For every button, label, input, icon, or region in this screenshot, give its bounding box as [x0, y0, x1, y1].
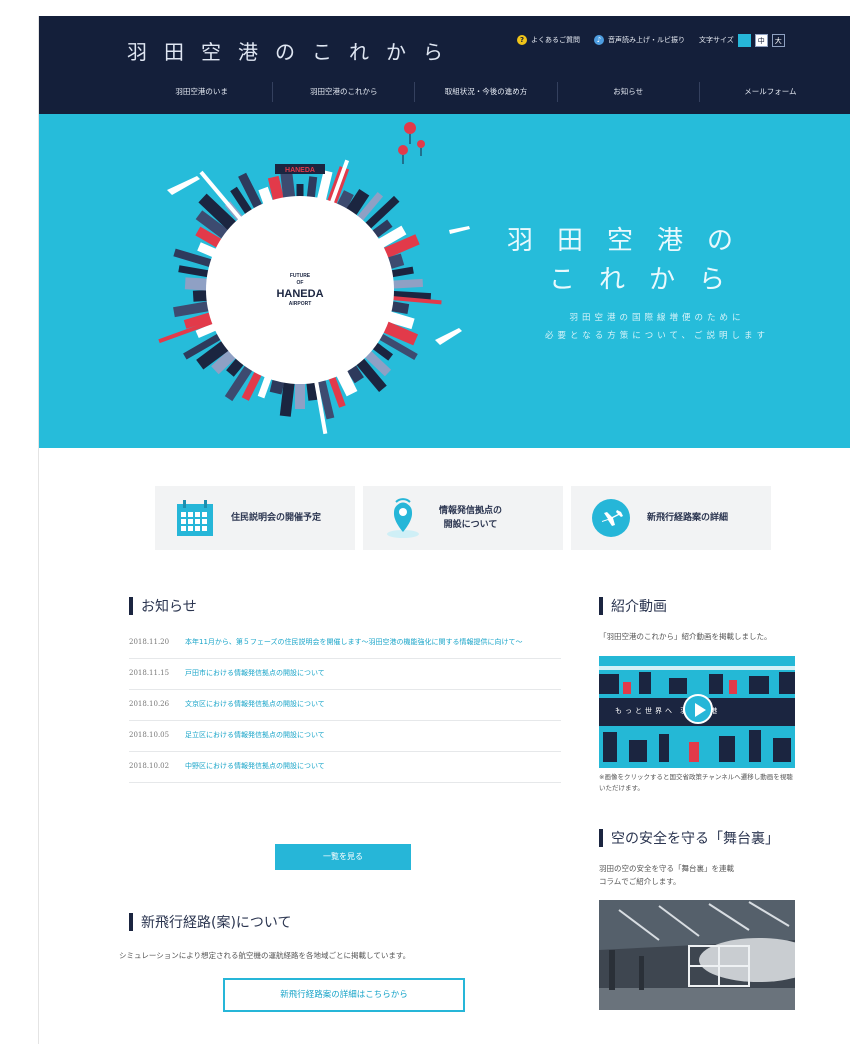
news-title-link[interactable]: 本年11月から、第５フェーズの住民説明会を開催します～羽田空港の機能強化に関する…: [185, 636, 561, 648]
logo-airport: AIRPORT: [289, 301, 312, 307]
news-heading-text: お知らせ: [141, 599, 197, 615]
quick-link-label: 新飛行経路案の詳細: [647, 513, 729, 523]
location-pin-icon: [387, 498, 419, 538]
news-heading: お知らせ: [129, 596, 197, 616]
question-icon: ?: [517, 35, 527, 45]
quick-link-label: 住民説明会の開催予定: [231, 513, 322, 523]
backstage-description-line2: コラムでご紹介します。: [599, 877, 681, 886]
quick-link-briefing-schedule[interactable]: 住民説明会の開催予定: [155, 486, 355, 550]
news-title-link[interactable]: 戸田市における情報発信拠点の開設について: [185, 667, 561, 679]
quick-links: 住民説明会の開催予定 情報発信拠点の 開設について 新飛行経路案の詳細: [155, 486, 771, 550]
balloon-icon: [398, 122, 425, 164]
news-item[interactable]: 2018.11.15 戸田市における情報発信拠点の開設について: [129, 659, 561, 690]
heading-bar: [129, 913, 133, 931]
hero-subtitle: 羽田空港の国際線増便のために 必要となる方策について、ご説明します: [507, 309, 807, 345]
news-item[interactable]: 2018.10.05 足立区における情報発信拠点の開設について: [129, 721, 561, 752]
site-title[interactable]: 羽田空港のこれから: [127, 36, 460, 65]
video-description: 「羽田空港のこれから」紹介動画を掲載しました。: [599, 632, 772, 641]
news-list: 2018.11.20 本年11月から、第５フェーズの住民説明会を開催します～羽田…: [129, 628, 561, 783]
nav-item-mail-form[interactable]: メールフォーム: [698, 82, 841, 102]
logo-future: FUTURE: [290, 273, 311, 279]
heading-bar: [599, 829, 603, 847]
backstage-heading-text: 空の安全を守る「舞台裏」: [611, 831, 779, 847]
nav-item-news[interactable]: お知らせ: [556, 82, 699, 102]
speaker-icon: ♪: [594, 35, 604, 45]
news-date: 2018.11.15: [129, 669, 170, 677]
news-item[interactable]: 2018.10.02 中野区における情報発信拠点の開設について: [129, 752, 561, 783]
quick-link-label: 情報発信拠点の 開設について: [439, 504, 502, 532]
route-detail-button[interactable]: 新飛行経路案の詳細はこちらから: [223, 978, 465, 1012]
hero-subtitle-line2: 必要となる方策について、ご説明します: [544, 331, 770, 341]
nav-item-progress[interactable]: 取組状況・今後の進め方: [414, 82, 556, 102]
route-heading-text: 新飛行経路(案)について: [141, 915, 292, 931]
news-title-link[interactable]: 中野区における情報発信拠点の開設について: [185, 760, 561, 772]
news-more-button[interactable]: 一覧を見る: [275, 844, 411, 870]
nav-item-now[interactable]: 羽田空港のいま: [131, 82, 272, 102]
nav-item-future[interactable]: 羽田空港のこれから: [272, 82, 414, 102]
text-size-label: 文字サイズ: [699, 36, 734, 44]
news-title-link[interactable]: 足立区における情報発信拠点の開設について: [185, 729, 561, 741]
news-item[interactable]: 2018.11.20 本年11月から、第５フェーズの住民説明会を開催します～羽田…: [129, 628, 561, 659]
text-size-small-button[interactable]: 小: [737, 33, 751, 47]
news-date: 2018.11.20: [129, 638, 170, 646]
text-size-large-button[interactable]: 大: [771, 33, 785, 47]
heading-bar: [599, 597, 603, 615]
logo-haneda: HANEDA: [276, 288, 323, 300]
calendar-icon: [177, 500, 213, 536]
backstage-description: 羽田の空の安全を守る「舞台裏」を連載 コラムでご紹介します。: [599, 862, 799, 888]
site-header: 羽田空港のこれから ? よくあるご質問 ♪ 音声読み上げ・ルビ振り 文字サイズ …: [39, 16, 850, 114]
hero-title-line2: これから: [549, 265, 750, 295]
backstage-photo[interactable]: [599, 900, 795, 1010]
page: 羽田空港のこれから ? よくあるご質問 ♪ 音声読み上げ・ルビ振り 文字サイズ …: [38, 16, 850, 1044]
news-date: 2018.10.05: [129, 731, 170, 739]
heading-bar: [129, 597, 133, 615]
route-heading: 新飛行経路(案)について: [129, 912, 292, 932]
play-icon: [695, 703, 706, 717]
backstage-description-line1: 羽田の空の安全を守る「舞台裏」を連載: [599, 864, 734, 873]
hero-subtitle-line1: 羽田空港の国際線増便のために: [569, 313, 745, 323]
news-date: 2018.10.02: [129, 762, 170, 770]
text-size-medium-button[interactable]: 中: [754, 33, 768, 47]
voice-reader-link[interactable]: 音声読み上げ・ルビ振り: [608, 35, 685, 45]
video-note: ※画像をクリックすると国交省政策チャンネルへ遷移し動画を視聴いただけます。: [599, 773, 793, 792]
hero-title-line1: 羽田空港の: [507, 226, 758, 256]
route-description: シミュレーションにより想定される航空機の運航経路を各地域ごとに掲載しています。: [119, 951, 411, 960]
news-date: 2018.10.26: [129, 700, 170, 708]
intro-video-thumbnail[interactable]: もっと世界へ 羽田空港: [599, 656, 795, 768]
news-title-link[interactable]: 文京区における情報発信拠点の開設について: [185, 698, 561, 710]
video-heading: 紹介動画: [599, 596, 667, 616]
quick-link-info-base[interactable]: 情報発信拠点の 開設について: [363, 486, 563, 550]
hangar-photo-art: [599, 900, 795, 1010]
quick-link-label-line2: 開設について: [443, 520, 498, 530]
global-nav: 羽田空港のいま 羽田空港のこれから 取組状況・今後の進め方 お知らせ メールフォ…: [131, 82, 841, 102]
quick-link-flight-route[interactable]: 新飛行経路案の詳細: [571, 486, 771, 550]
utility-bar: ? よくあるご質問 ♪ 音声読み上げ・ルビ振り 文字サイズ 小 中 大: [517, 32, 785, 48]
backstage-heading: 空の安全を守る「舞台裏」: [599, 828, 779, 848]
airplane-icon: [592, 499, 630, 537]
hero-banner: HANEDA FUTURE OF HANEDA AIRPORT 羽田空港の これ…: [39, 114, 850, 448]
news-item[interactable]: 2018.10.26 文京区における情報発信拠点の開設について: [129, 690, 561, 721]
faq-link[interactable]: よくあるご質問: [531, 35, 580, 45]
play-button[interactable]: [683, 694, 713, 724]
quick-link-label-line1: 情報発信拠点の: [439, 506, 503, 516]
video-heading-text: 紹介動画: [611, 599, 667, 615]
haneda-sign-text: HANEDA: [285, 167, 315, 174]
logo-of: OF: [297, 280, 304, 286]
